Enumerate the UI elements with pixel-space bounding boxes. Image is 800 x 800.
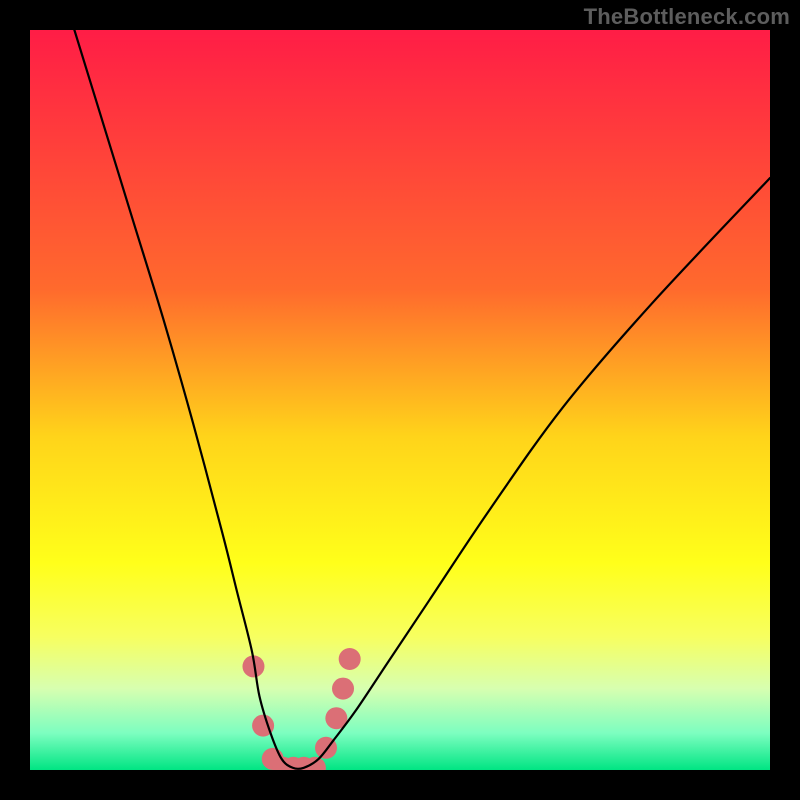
bottleneck-chart bbox=[0, 0, 800, 800]
plot-background bbox=[30, 30, 770, 770]
chart-frame: TheBottleneck.com bbox=[0, 0, 800, 800]
watermark-label: TheBottleneck.com bbox=[584, 4, 790, 30]
